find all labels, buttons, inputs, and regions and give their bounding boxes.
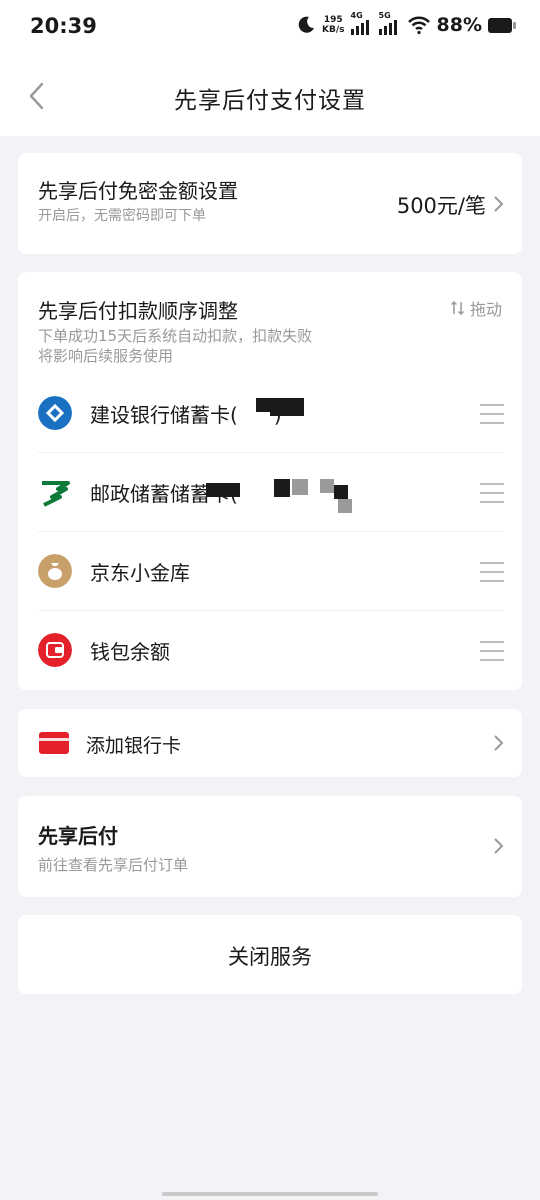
sort-arrows-icon — [450, 300, 465, 316]
chevron-right-icon — [494, 196, 504, 212]
chevron-right-icon — [494, 838, 504, 854]
drag-handle-icon[interactable] — [480, 483, 504, 503]
privacy-mask — [274, 479, 290, 497]
signal-4g-label: 4G — [350, 11, 363, 20]
free-password-value: 500元/笔 — [396, 194, 486, 218]
page-title: 先享后付支付设置 — [174, 88, 366, 114]
add-bank-card-label: 添加银行卡 — [86, 735, 182, 757]
add-bank-card-row[interactable]: 添加银行卡 — [18, 709, 522, 777]
payment-item-ccb[interactable]: 建设银行储蓄卡() — [38, 374, 504, 453]
bnpl-subtitle: 前往查看先享后付订单 — [38, 856, 189, 874]
close-service-label: 关闭服务 — [228, 945, 312, 969]
free-password-title: 先享后付免密金额设置 — [38, 179, 238, 203]
moon-icon — [298, 16, 315, 33]
deduction-description-line2: 将影响后续服务使用 — [38, 347, 174, 365]
status-time: 20:39 — [30, 14, 97, 38]
payment-item-label: 钱包余额 — [90, 640, 170, 664]
payment-item-psbc[interactable]: 邮政储蓄储蓄卡( — [38, 453, 504, 532]
battery-percent: 88% — [436, 14, 482, 36]
wallet-icon — [38, 633, 72, 667]
money-bag-icon — [38, 554, 72, 588]
payment-item-wallet-balance[interactable]: 钱包余额 — [38, 611, 504, 690]
drag-label: 拖动 — [469, 300, 502, 319]
wifi-icon — [407, 16, 430, 35]
payment-item-jd-xiaojinku[interactable]: 京东小金库 — [38, 532, 504, 611]
bnpl-title: 先享后付 — [38, 824, 118, 848]
ccb-bank-icon — [38, 396, 72, 430]
net-speed-unit: KB/s — [322, 25, 345, 35]
payment-item-label: 京东小金库 — [90, 561, 190, 585]
drag-handle-icon[interactable] — [480, 562, 504, 582]
drag-hint: 拖动 — [450, 296, 502, 320]
payment-item-label-text: 建设银行储蓄卡( — [90, 403, 238, 427]
bnpl-orders-row[interactable]: 先享后付 前往查看先享后付订单 — [18, 796, 522, 897]
privacy-mask — [338, 499, 352, 513]
signal-5g-label: 5G — [378, 11, 391, 20]
network-speed: 195 KB/s — [322, 15, 344, 35]
deduction-order-title: 先享后付扣款顺序调整 — [38, 299, 238, 323]
nav-bar: 先享后付支付设置 — [0, 56, 540, 136]
privacy-mask — [256, 398, 270, 412]
payment-item-label: 建设银行储蓄卡() — [90, 399, 282, 428]
status-bar: 20:39 195 KB/s 4G 5G 88% — [0, 0, 540, 56]
deduction-order-card: 先享后付扣款顺序调整 拖动 下单成功15天后系统自动扣款，扣款失败 将影响后续服… — [18, 272, 522, 690]
privacy-mask — [206, 483, 240, 497]
net-speed-value: 195 — [323, 15, 343, 25]
bank-card-icon — [39, 732, 69, 754]
signal-5g-icon: 5G — [378, 11, 401, 35]
status-icons: 195 KB/s 4G 5G 88% — [296, 11, 516, 36]
privacy-mask — [292, 479, 308, 495]
psbc-bank-icon — [38, 477, 72, 507]
deduction-description-line1: 下单成功15天后系统自动扣款，扣款失败 — [38, 327, 313, 345]
privacy-mask — [320, 479, 334, 493]
battery-icon — [488, 17, 516, 33]
free-password-amount-card[interactable]: 先享后付免密金额设置 开启后，无需密码即可下单 500元/笔 — [18, 153, 522, 254]
free-password-subtitle: 开启后，无需密码即可下单 — [38, 208, 206, 224]
close-service-button[interactable]: 关闭服务 — [18, 915, 522, 994]
drag-handle-icon[interactable] — [480, 641, 504, 661]
privacy-mask — [334, 485, 348, 499]
signal-4g-icon: 4G — [350, 11, 373, 35]
drag-handle-icon[interactable] — [480, 404, 504, 424]
home-indicator[interactable] — [162, 1192, 378, 1196]
privacy-mask — [270, 398, 304, 416]
chevron-right-icon — [494, 735, 504, 751]
